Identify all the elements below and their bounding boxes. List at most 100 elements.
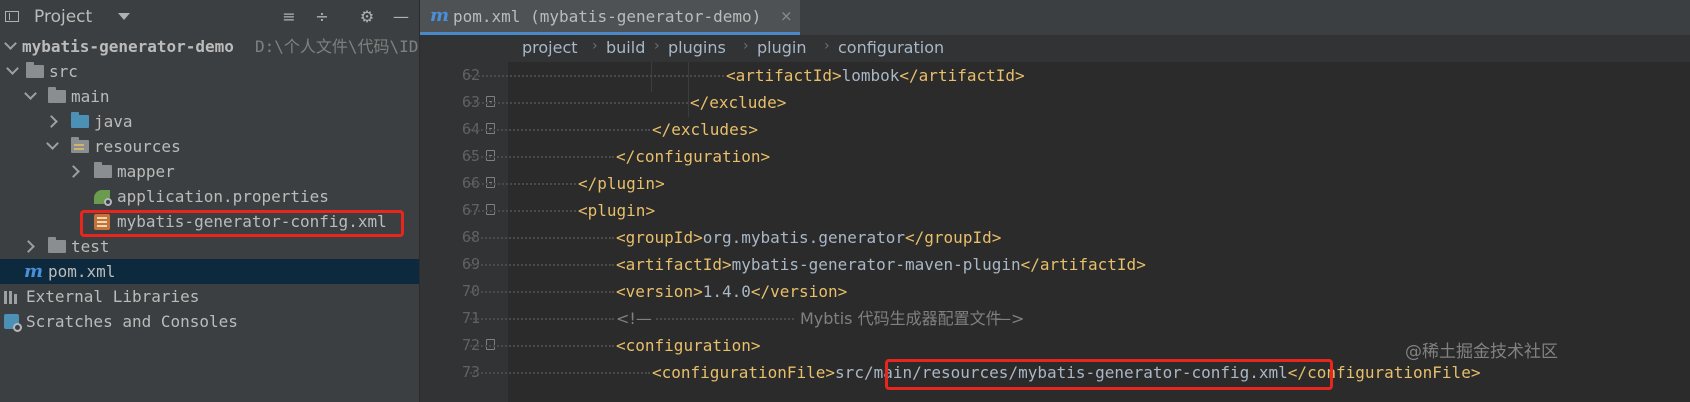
code-line[interactable]: 70 <version>1.4.0</version> [420, 278, 1690, 305]
chevron-down-icon[interactable] [24, 87, 37, 100]
tree-item-test[interactable]: test [0, 234, 420, 259]
code-text: <plugin> [578, 197, 655, 224]
comment-text: Mybtis 代码生成器配置文件 [800, 309, 1002, 328]
tree-item-java[interactable]: java [0, 109, 420, 134]
whitespace-dots [470, 129, 650, 133]
project-panel-header: Project ≡ ÷ ⚙ — [0, 0, 420, 34]
breadcrumb-separator-icon: › [743, 38, 749, 54]
tag-name: artifactId [1039, 255, 1137, 274]
tab-pom-xml[interactable]: m pom.xml (mybatis-generator-demo) × [420, 0, 800, 35]
tag-open: > [693, 282, 703, 301]
code-text: <groupId>org.mybatis.generator</groupId> [616, 224, 1001, 251]
tag-value: 1.4.0 [702, 282, 751, 301]
tag-close: </ [616, 147, 636, 166]
project-panel-icon [5, 11, 19, 22]
tag-close: > [1015, 66, 1025, 85]
code-text: </plugin> [578, 170, 665, 197]
whitespace-dots [470, 237, 614, 241]
code-line[interactable]: 73 <configurationFile>src/main/resources… [420, 359, 1690, 386]
tag-close: > [837, 282, 848, 301]
tree-item-generator-config[interactable]: mybatis-generator-config.xml [0, 209, 420, 234]
whitespace-dots [470, 156, 614, 160]
tag-name: version [625, 282, 694, 301]
chevron-down-icon[interactable] [4, 37, 17, 50]
minimize-icon[interactable]: — [392, 8, 410, 26]
tag-name: groupId [924, 228, 992, 247]
code-line[interactable]: 68 <groupId>org.mybatis.generator</group… [420, 224, 1690, 251]
tag-open: < [578, 201, 588, 220]
source-folder-icon [71, 112, 89, 128]
breadcrumb-item[interactable]: plugins [668, 38, 726, 57]
whitespace-dots [470, 183, 576, 187]
tag-name: plugin [587, 201, 646, 220]
tag-close: > [1136, 255, 1146, 274]
whitespace-dots [470, 291, 614, 295]
tag-open: > [831, 66, 842, 85]
project-panel-title[interactable]: Project [34, 7, 92, 27]
code-line[interactable]: 67 <plugin> [420, 197, 1690, 224]
chevron-down-icon[interactable] [118, 13, 130, 20]
tree-item-mapper[interactable]: mapper [0, 159, 420, 184]
folder-icon [48, 237, 66, 253]
tree-item-root[interactable]: mybatis-generator-demo D:\个人文件\代码\ID [0, 34, 420, 59]
tree-item-application-properties[interactable]: application.properties [0, 184, 420, 209]
whitespace-dots [470, 318, 614, 322]
tag-name: plugin [597, 174, 656, 193]
code-line[interactable]: 71 <!— Mybtis 代码生成器配置文件 —> [420, 305, 1690, 332]
chevron-right-icon[interactable] [22, 240, 35, 253]
whitespace-dots [470, 210, 576, 214]
code-line[interactable]: 69 <artifactId>mybatis-generator-maven-p… [420, 251, 1690, 278]
whitespace-dots [470, 345, 614, 349]
tag-name: configurationFile [1307, 363, 1471, 382]
tag-name: artifactId [735, 66, 832, 85]
tag-open: > [693, 228, 703, 247]
code-line[interactable]: 63 </exclude> [420, 89, 1690, 116]
tag-open: < [726, 66, 736, 85]
tag-name: version [770, 282, 838, 301]
tree-item-label: application.properties [117, 187, 329, 206]
code-text: <configurationFile>src/main/resources/my… [652, 359, 1480, 386]
code-line[interactable]: 62 <artifactId>lombok</artifactId> [420, 62, 1690, 89]
tag-open: < [616, 228, 626, 247]
code-line[interactable]: 65 </configuration> [420, 143, 1690, 170]
tag-value: mybatis-generator-maven-plugin [731, 255, 1021, 274]
tag-value: lombok [841, 66, 900, 85]
expand-all-icon[interactable]: ≡ [280, 8, 298, 26]
tag-value: src/main/resources/mybatis-generator-con… [835, 363, 1288, 382]
whitespace-dots [470, 372, 650, 376]
whitespace-dots [656, 318, 794, 322]
tree-item-main[interactable]: main [0, 84, 420, 109]
breadcrumb-item[interactable]: build [606, 38, 645, 57]
maven-icon: m [430, 5, 450, 26]
chevron-right-icon[interactable] [67, 165, 80, 178]
tree-item-resources[interactable]: resources [0, 134, 420, 159]
tag-close: > [748, 120, 758, 139]
tag-close: > [655, 174, 665, 193]
tag-name: configuration [625, 336, 751, 355]
chevron-down-icon[interactable] [46, 137, 59, 150]
tag-close: </ [578, 174, 598, 193]
tree-item-label: mapper [117, 162, 175, 181]
scratches-icon [4, 314, 22, 332]
tree-item-scratches[interactable]: Scratches and Consoles [0, 309, 420, 334]
code-line[interactable]: 66 </plugin> [420, 170, 1690, 197]
library-icon [4, 290, 20, 304]
folder-icon [26, 62, 44, 78]
collapse-all-icon[interactable]: ÷ [313, 8, 331, 26]
breadcrumb-item[interactable]: configuration [838, 38, 944, 57]
close-icon[interactable]: × [780, 7, 793, 25]
tree-item-pom[interactable]: m pom.xml [0, 259, 420, 284]
tree-item-external-libraries[interactable]: External Libraries [0, 284, 420, 309]
tree-item-src[interactable]: src [0, 59, 420, 84]
tree-item-label: resources [94, 137, 181, 156]
code-line[interactable]: 64 </excludes> [420, 116, 1690, 143]
gear-icon[interactable]: ⚙ [358, 8, 376, 26]
editor-tab-bar: m pom.xml (mybatis-generator-demo) × [420, 0, 1690, 35]
chevron-right-icon[interactable] [45, 115, 58, 128]
tag-close: </ [905, 228, 925, 247]
breadcrumb-item[interactable]: project [522, 38, 578, 57]
chevron-down-icon[interactable] [6, 62, 19, 75]
breadcrumb-item[interactable]: plugin [757, 38, 806, 57]
whitespace-dots [470, 264, 614, 268]
tag-name: configuration [635, 147, 761, 166]
